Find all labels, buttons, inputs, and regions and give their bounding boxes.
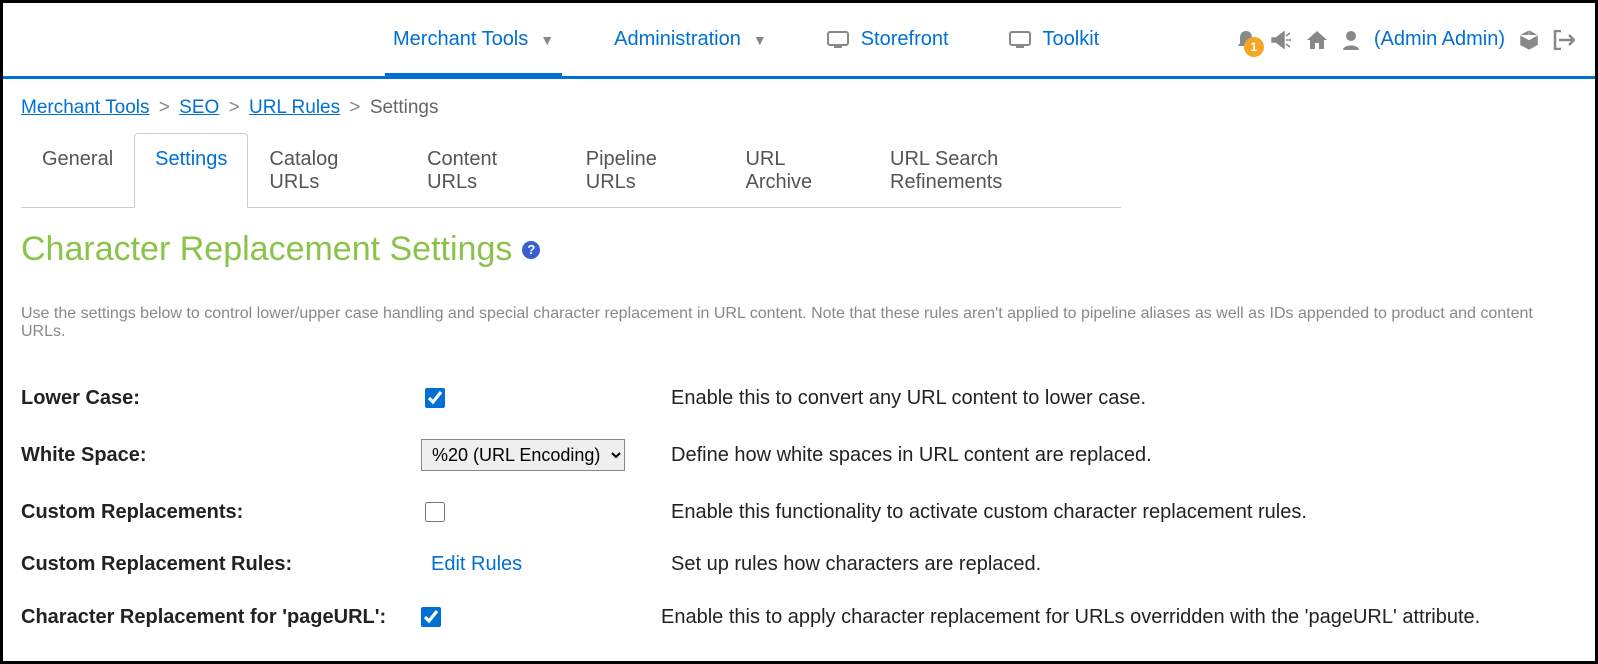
page-title-text: Character Replacement Settings: [21, 230, 512, 269]
checkbox-custom-replacements[interactable]: [425, 502, 445, 522]
monitor-icon: [1009, 31, 1031, 49]
nav-underline-decoration: [93, 76, 263, 79]
nav-merchant-tools-label: Merchant Tools: [393, 28, 528, 51]
setting-row-white-space: White Space: %20 (URL Encoding) Define h…: [21, 425, 1577, 485]
setting-row-custom-replacements: Custom Replacements: Enable this functio…: [21, 485, 1577, 539]
setting-label-custom-replacements: Custom Replacements:: [21, 501, 421, 524]
logout-icon[interactable]: [1553, 30, 1575, 50]
user-label[interactable]: (Admin Admin): [1374, 28, 1505, 51]
setting-desc-page-url: Enable this to apply character replaceme…: [661, 606, 1577, 629]
select-white-space[interactable]: %20 (URL Encoding): [421, 439, 625, 471]
content-area: Merchant Tools > SEO > URL Rules > Setti…: [3, 79, 1595, 644]
breadcrumb-link-url-rules[interactable]: URL Rules: [249, 97, 340, 118]
nav-merchant-tools[interactable]: Merchant Tools ▼: [393, 28, 554, 51]
breadcrumb: Merchant Tools > SEO > URL Rules > Setti…: [21, 97, 1577, 119]
setting-row-page-url: Character Replacement for 'pageURL': Ena…: [21, 590, 1577, 644]
breadcrumb-link-seo[interactable]: SEO: [179, 97, 219, 118]
nav-storefront-label: Storefront: [861, 28, 949, 51]
nav-storefront[interactable]: Storefront: [827, 28, 949, 51]
setting-desc-custom-rules: Set up rules how characters are replaced…: [671, 553, 1577, 576]
notifications-icon[interactable]: 1: [1236, 29, 1256, 51]
nav-administration[interactable]: Administration ▼: [614, 28, 767, 51]
monitor-icon: [827, 31, 849, 49]
checkbox-lower-case[interactable]: [425, 388, 445, 408]
setting-label-custom-rules: Custom Replacement Rules:: [21, 553, 421, 576]
breadcrumb-separator: >: [159, 97, 170, 118]
edit-rules-link[interactable]: Edit Rules: [431, 553, 522, 576]
megaphone-icon[interactable]: [1270, 30, 1292, 50]
settings-table: Lower Case: Enable this to convert any U…: [21, 371, 1577, 644]
tab-url-archive[interactable]: URL Archive: [724, 133, 869, 208]
setting-desc-white-space: Define how white spaces in URL content a…: [671, 444, 1577, 467]
breadcrumb-current: Settings: [370, 97, 439, 118]
user-icon[interactable]: [1342, 30, 1360, 50]
checkbox-page-url[interactable]: [421, 607, 441, 627]
page-description: Use the settings below to control lower/…: [21, 305, 1577, 341]
top-bar: Merchant Tools ▼ Administration ▼ Storef…: [3, 3, 1595, 79]
help-icon[interactable]: ?: [522, 241, 540, 259]
caret-down-icon: ▼: [540, 32, 554, 48]
setting-desc-custom-replacements: Enable this functionality to activate cu…: [671, 501, 1577, 524]
setting-label-lower-case: Lower Case:: [21, 387, 421, 410]
page-title: Character Replacement Settings ?: [21, 230, 1577, 269]
home-icon[interactable]: [1306, 30, 1328, 50]
nav-toolkit-label: Toolkit: [1043, 28, 1100, 51]
breadcrumb-separator: >: [349, 97, 360, 118]
top-nav: Merchant Tools ▼ Administration ▼ Storef…: [393, 28, 1099, 51]
tab-settings[interactable]: Settings: [134, 133, 248, 208]
setting-label-white-space: White Space:: [21, 444, 421, 467]
breadcrumb-separator: >: [229, 97, 240, 118]
breadcrumb-link-merchant-tools[interactable]: Merchant Tools: [21, 97, 150, 118]
top-nav-right: 1 (Admin Admin): [1236, 28, 1575, 51]
nav-administration-label: Administration: [614, 28, 741, 51]
notification-badge: 1: [1244, 37, 1264, 57]
nav-toolkit[interactable]: Toolkit: [1009, 28, 1100, 51]
box-icon[interactable]: [1519, 29, 1539, 51]
tab-pipeline-urls[interactable]: Pipeline URLs: [565, 133, 725, 208]
setting-desc-lower-case: Enable this to convert any URL content t…: [671, 387, 1577, 410]
setting-row-custom-rules: Custom Replacement Rules: Edit Rules Set…: [21, 539, 1577, 590]
caret-down-icon: ▼: [753, 32, 767, 48]
tabs: General Settings Catalog URLs Content UR…: [21, 133, 1121, 208]
tab-catalog-urls[interactable]: Catalog URLs: [248, 133, 406, 208]
tab-url-search-refinements[interactable]: URL Search Refinements: [869, 133, 1121, 208]
setting-row-lower-case: Lower Case: Enable this to convert any U…: [21, 371, 1577, 425]
tab-general[interactable]: General: [21, 133, 134, 208]
tab-content-urls[interactable]: Content URLs: [406, 133, 565, 208]
setting-label-page-url: Character Replacement for 'pageURL':: [21, 606, 421, 629]
